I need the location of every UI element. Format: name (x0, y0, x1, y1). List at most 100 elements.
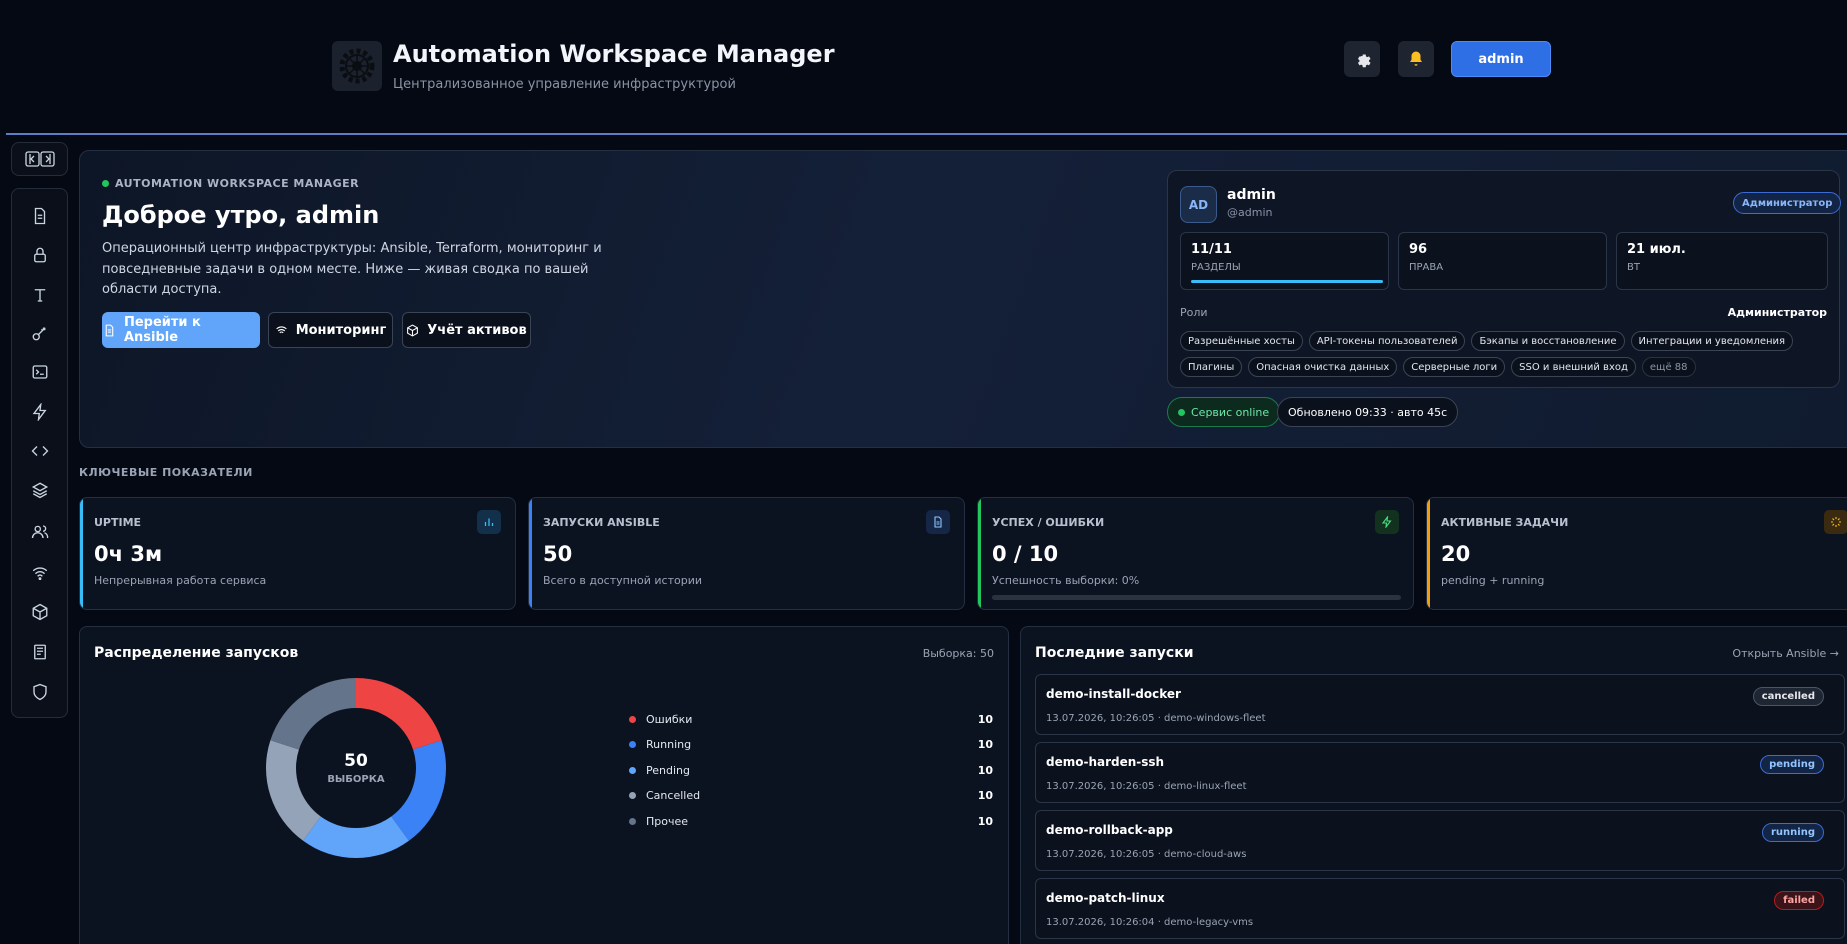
donut-slice-4[interactable] (266, 740, 321, 841)
sidebar-item-text[interactable] (29, 284, 51, 306)
service-online-badge: Сервис online (1167, 397, 1281, 427)
profile-name: admin (1227, 187, 1276, 203)
permission-chip: Плагины (1180, 357, 1243, 377)
permission-chips: Разрешённые хосты API-токены пользовател… (1180, 331, 1830, 377)
monitoring-button[interactable]: Мониторинг (268, 312, 393, 348)
run-meta: 13.07.2026, 10:26:05 · demo-linux-fleet (1046, 781, 1247, 792)
kpi-subtitle: Непрерывная работа сервиса (94, 574, 267, 587)
stat-sections: 11/11 РАЗДЕЛЫ (1180, 232, 1389, 290)
legend-item: Running 10 (629, 736, 993, 754)
settings-button[interactable] (1344, 41, 1380, 77)
legend-label: Прочее (646, 814, 689, 828)
key-icon (32, 327, 46, 341)
document-icon (926, 510, 950, 534)
sidebar-item-security[interactable] (29, 244, 51, 266)
legend-swatch (629, 766, 636, 774)
stat-permissions: 96 ПРАВА (1398, 232, 1607, 290)
users-icon (31, 525, 49, 539)
wifi-icon (275, 325, 287, 333)
permission-chip: Серверные логи (1403, 357, 1506, 377)
asset-accounting-button[interactable]: Учёт активов (402, 312, 531, 348)
legend-label: Pending (646, 763, 690, 777)
stat-label: ВТ (1627, 262, 1640, 273)
status-dot (1178, 408, 1185, 416)
sidebar-item-code[interactable] (29, 440, 51, 462)
donut-center-value: 50 (344, 751, 368, 771)
avatar: AD (1180, 186, 1217, 223)
stat-value: 96 (1409, 242, 1428, 257)
kpi-accent-strip (1427, 498, 1430, 609)
legend-label: Ошибки (646, 712, 693, 726)
run-item[interactable]: demo-install-docker 13.07.2026, 10:26:05… (1035, 674, 1845, 735)
run-name: demo-harden-ssh (1046, 755, 1165, 769)
notifications-button[interactable] (1398, 41, 1434, 77)
bolt-icon (1375, 510, 1399, 534)
gear-logo-icon (332, 41, 382, 91)
kpi-value: 0 / 10 (992, 542, 1059, 566)
more-permissions-chip[interactable]: ещё 88 (1641, 357, 1696, 377)
panel-title: Распределение запусков (94, 645, 299, 661)
permission-chip: Интеграции и уведомления (1630, 331, 1794, 351)
type-icon (34, 289, 46, 302)
roles-value: Администратор (1727, 306, 1827, 319)
permission-chip: Разрешённые хосты (1180, 331, 1303, 351)
sidebar-item-monitoring[interactable] (29, 562, 51, 584)
kpi-section-label: КЛЮЧЕВЫЕ ПОКАЗАТЕЛИ (79, 466, 253, 479)
run-item[interactable]: demo-patch-linux 13.07.2026, 10:26:04 · … (1035, 878, 1845, 939)
kpi-subtitle: Успешность выборки: 0% (992, 574, 1140, 587)
hero-tag: AUTOMATION WORKSPACE MANAGER (102, 177, 359, 190)
sidebar-toggle-button[interactable] (11, 142, 68, 176)
donut-slice-5[interactable] (270, 678, 356, 750)
roles-label: Роли (1180, 306, 1208, 319)
box-icon (407, 323, 419, 337)
go-to-ansible-button[interactable]: Перейти к Ansible (102, 312, 260, 348)
permission-chip: API-токены пользователей (1308, 331, 1466, 351)
legend-item: Прочее 10 (629, 812, 993, 830)
legend-label: Running (646, 738, 692, 751)
hero-description: Операционный центр инфраструктуры: Ansib… (102, 241, 602, 297)
run-item[interactable]: demo-harden-ssh 13.07.2026, 10:26:05 · d… (1035, 742, 1845, 803)
box-icon (32, 603, 48, 621)
sidebar-item-docs[interactable] (29, 641, 51, 663)
kpi-title: АКТИВНЫЕ ЗАДАЧИ (1441, 516, 1569, 529)
sidebar (11, 188, 68, 718)
legend-value: 10 (977, 789, 993, 802)
kpi-subtitle: pending + running (1441, 574, 1545, 587)
profile-handle: @admin (1227, 206, 1273, 219)
donut-slice-1[interactable] (356, 678, 442, 750)
collapse-expand-icon (24, 151, 55, 167)
legend-item: Ошибки 10 (629, 710, 993, 728)
legend-value: 10 (977, 738, 993, 751)
sidebar-item-keys[interactable] (29, 322, 51, 344)
recent-runs-panel: Последние запуски Открыть Ansible → demo… (1020, 626, 1847, 944)
sidebar-item-protection[interactable] (29, 681, 51, 703)
donut-slice-3[interactable] (303, 816, 409, 858)
permission-chip: Опасная очистка данных (1248, 357, 1398, 377)
top-bar: Automation Workspace Manager Централизов… (0, 0, 1847, 135)
sidebar-item-terminal[interactable] (29, 361, 51, 383)
kpi-ansible-runs: ЗАПУСКИ ANSIBLE 50 Всего в доступной ист… (528, 497, 965, 610)
code-icon (31, 446, 49, 456)
legend-value: 10 (977, 763, 993, 777)
status-badge: failed (1774, 891, 1824, 910)
legend-swatch (629, 817, 636, 825)
sidebar-item-assets[interactable] (29, 601, 51, 623)
wifi-icon (32, 567, 48, 581)
stat-label: ПРАВА (1409, 262, 1444, 273)
legend-label: Cancelled (646, 789, 701, 802)
kpi-success-errors: УСПЕХ / ОШИБКИ 0 / 10 Успешность выборки… (977, 497, 1414, 610)
sidebar-item-automation[interactable] (29, 401, 51, 423)
book-icon (34, 644, 46, 660)
donut-slice-2[interactable] (391, 740, 446, 841)
open-ansible-link[interactable]: Открыть Ansible → (1732, 647, 1839, 660)
run-item[interactable]: demo-rollback-app 13.07.2026, 10:26:05 ·… (1035, 810, 1845, 871)
status-badge: cancelled (1752, 687, 1824, 706)
kpi-value: 0ч 3м (94, 542, 163, 566)
kpi-title: УСПЕХ / ОШИБКИ (992, 516, 1105, 529)
user-menu-button[interactable]: admin (1451, 41, 1551, 77)
sidebar-item-users[interactable] (29, 521, 51, 543)
document-icon (105, 324, 114, 336)
role-badge: Администратор (1733, 192, 1842, 214)
sidebar-item-documents[interactable] (29, 205, 51, 227)
sidebar-item-layers[interactable] (29, 479, 51, 501)
